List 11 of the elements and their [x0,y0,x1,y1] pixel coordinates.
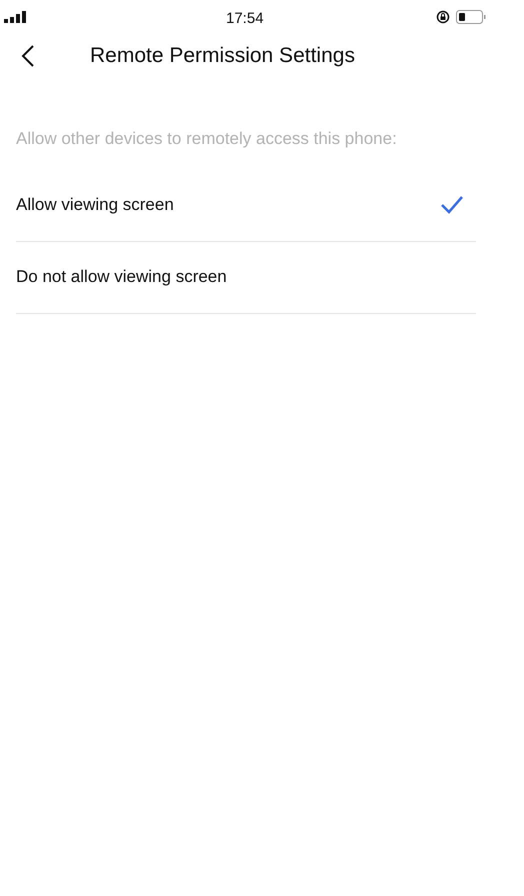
back-icon [21,44,35,68]
status-time: 17:54 [226,9,264,29]
option-row[interactable]: Allow viewing screen [16,170,476,242]
rotation-lock-icon [436,10,450,24]
battery-icon [456,10,486,24]
option-label: Allow viewing screen [16,194,174,216]
signal-icon [4,11,26,23]
section-caption: Allow other devices to remotely access this phone: [16,128,398,150]
option-row[interactable]: Do not allow viewing screen [16,242,476,314]
option-label: Do not allow viewing screen [16,266,227,288]
page-title: Remote Permission Settings [90,43,355,70]
